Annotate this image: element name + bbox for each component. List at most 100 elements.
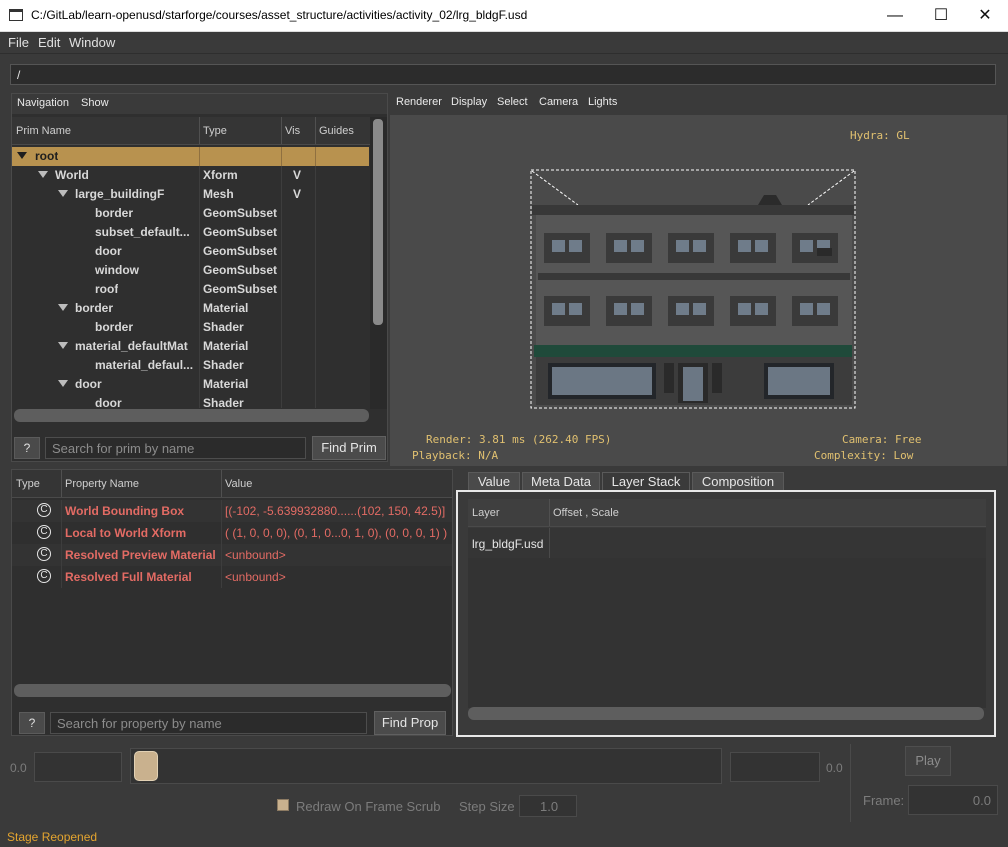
col-layer[interactable]: Layer (472, 507, 500, 519)
frame-label: Frame: (863, 793, 905, 808)
find-prim-button[interactable]: Find Prim (312, 436, 386, 460)
prim-name: roof (95, 282, 119, 296)
tree-row-root[interactable]: root (12, 147, 369, 166)
prim-type: GeomSubset (203, 282, 278, 296)
tree-row[interactable]: border Shader (12, 318, 369, 337)
menu-show[interactable]: Show (81, 97, 109, 109)
maximize-button[interactable]: ☐ (918, 0, 964, 32)
menu-window[interactable]: Window (69, 35, 115, 50)
property-row[interactable]: C Resolved Full Material <unbound> (12, 566, 452, 588)
prim-search-help-button[interactable]: ? (14, 437, 40, 459)
prim-type: Shader (203, 358, 244, 372)
expand-arrow-icon[interactable] (58, 380, 68, 387)
prim-tree-hscrollbar[interactable] (14, 409, 369, 422)
col-vis[interactable]: Vis (285, 125, 300, 137)
tree-row[interactable]: border Material (12, 299, 369, 318)
prim-type: Shader (203, 396, 244, 408)
frame-slider-handle[interactable] (134, 751, 158, 781)
layer-row[interactable]: lrg_bldgF.usd (468, 528, 986, 558)
menu-navigation[interactable]: Navigation (17, 97, 69, 109)
menu-camera[interactable]: Camera (539, 96, 578, 108)
menu-lights[interactable]: Lights (588, 96, 617, 108)
property-row[interactable]: C Local to World Xform ( (1, 0, 0, 0), (… (12, 522, 452, 544)
prim-type: GeomSubset (203, 263, 278, 277)
expand-arrow-icon[interactable] (58, 190, 68, 197)
play-button[interactable]: Play (905, 746, 951, 776)
menu-display[interactable]: Display (451, 96, 487, 108)
tree-row[interactable]: door Material (12, 375, 369, 394)
tree-row[interactable]: border GeomSubset (12, 204, 369, 223)
property-value: <unbound> (225, 548, 286, 562)
frame-slider[interactable] (130, 748, 722, 784)
property-row[interactable]: C Resolved Preview Material <unbound> (12, 544, 452, 566)
tree-row[interactable]: material_defaul... Shader (12, 356, 369, 375)
property-search-input[interactable]: Search for property by name (50, 712, 367, 734)
col-prim-name[interactable]: Prim Name (16, 125, 71, 137)
complexity-stats: Complexity: Low (814, 449, 914, 462)
prim-name: subset_default... (95, 225, 190, 239)
prim-tree-panel: Navigation Show Prim Name Type Vis Guide… (11, 93, 388, 462)
prim-tree-vscrollbar[interactable] (370, 117, 387, 409)
current-frame-field[interactable]: 0.0 (908, 785, 998, 815)
tree-row[interactable]: door GeomSubset (12, 242, 369, 261)
property-search-help-button[interactable]: ? (19, 712, 45, 734)
tab-value[interactable]: Value (468, 472, 520, 491)
prim-search-input[interactable]: Search for prim by name (45, 437, 306, 459)
menu-select[interactable]: Select (497, 96, 528, 108)
tree-row[interactable]: subset_default... GeomSubset (12, 223, 369, 242)
close-button[interactable]: ✕ (962, 0, 1008, 32)
col-prop-name[interactable]: Property Name (65, 478, 139, 490)
step-size-field[interactable]: 1.0 (519, 795, 577, 817)
menu-edit[interactable]: Edit (38, 35, 60, 50)
col-offset-scale[interactable]: Offset , Scale (553, 507, 619, 519)
expand-arrow-icon[interactable] (58, 304, 68, 311)
prim-vis-toggle[interactable]: V (293, 168, 301, 182)
prim-type: Material (203, 301, 249, 315)
layer-stack-hscrollbar[interactable] (468, 707, 984, 720)
layer-stack-list: lrg_bldgF.usd (468, 528, 986, 708)
col-guides[interactable]: Guides (319, 125, 354, 137)
prim-type: GeomSubset (203, 206, 278, 220)
scroll-thumb[interactable] (373, 119, 383, 325)
viewport[interactable]: Renderer Display Select Camera Lights Hy… (390, 93, 1007, 466)
tree-row[interactable]: roof GeomSubset (12, 280, 369, 299)
menu-file[interactable]: File (8, 35, 29, 50)
expand-arrow-icon[interactable] (17, 152, 27, 159)
tab-meta-data[interactable]: Meta Data (522, 472, 600, 491)
prim-name: border (95, 206, 134, 220)
property-value: ( (1, 0, 0, 0), (0, 1, 0...0, 1, 0), (0,… (225, 526, 448, 540)
prim-name: material_defaultMat (75, 339, 188, 353)
col-prop-value[interactable]: Value (225, 478, 252, 490)
tree-row[interactable]: large_buildingF Mesh V (12, 185, 369, 204)
find-prop-button[interactable]: Find Prop (374, 711, 446, 735)
start-frame-field[interactable] (34, 752, 122, 782)
prim-name: World (55, 168, 89, 182)
prim-type: GeomSubset (203, 244, 278, 258)
col-type[interactable]: Type (203, 125, 227, 137)
redraw-checkbox[interactable] (277, 799, 289, 811)
tree-row[interactable]: door Shader (12, 394, 369, 408)
start-frame-label: 0.0 (10, 761, 27, 775)
menu-renderer[interactable]: Renderer (396, 96, 442, 108)
hydra-renderer-label: Hydra: GL (850, 129, 910, 142)
timeline-divider (850, 744, 851, 822)
expand-arrow-icon[interactable] (38, 171, 48, 178)
prim-path-field[interactable]: / (10, 64, 996, 85)
layer-stack-view: Layer Offset , Scale lrg_bldgF.usd (456, 490, 996, 737)
tree-row[interactable]: window GeomSubset (12, 261, 369, 280)
col-prop-type[interactable]: Type (16, 478, 40, 490)
step-size-label: Step Size (459, 799, 515, 814)
tree-row[interactable]: World Xform V (12, 166, 369, 185)
window-title: C:/GitLab/learn-openusd/starforge/course… (31, 8, 528, 22)
minimize-button[interactable]: — (872, 0, 918, 32)
inspector-panel: Value Meta Data Layer Stack Composition … (456, 469, 996, 737)
tree-row[interactable]: material_defaultMat Material (12, 337, 369, 356)
prim-name: material_defaul... (95, 358, 194, 372)
end-frame-field[interactable] (730, 752, 820, 782)
property-hscrollbar[interactable] (14, 684, 451, 697)
expand-arrow-icon[interactable] (58, 342, 68, 349)
property-row[interactable]: C World Bounding Box [(-102, -5.63993288… (12, 500, 452, 522)
tab-composition[interactable]: Composition (692, 472, 784, 491)
prim-tree-header: Prim Name Type Vis Guides (12, 117, 370, 145)
prim-vis-toggle[interactable]: V (293, 187, 301, 201)
